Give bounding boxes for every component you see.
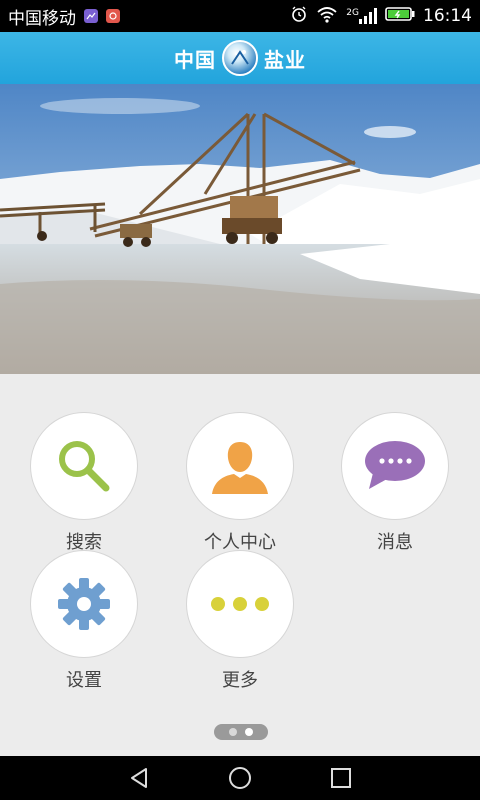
page-dot-1[interactable] [229,728,237,736]
person-icon [212,442,268,494]
battery-charging-icon [385,6,415,26]
search-icon [59,441,110,492]
network-type: 2G [346,8,359,18]
salt-logo-icon [222,40,258,76]
system-navbar [0,756,480,800]
more-icon [211,597,269,611]
home-button[interactable] [220,758,260,798]
profile-button[interactable] [186,412,294,520]
alarm-icon [290,5,308,27]
page-indicator[interactable] [214,724,268,740]
salt-field-photo [0,84,480,374]
brand-text-right: 盐业 [264,47,306,72]
settings-label: 设置 [66,670,102,691]
settings-tile[interactable]: 设置 [14,550,154,692]
page-dot-2[interactable] [245,728,253,736]
status-icons: 2G 16:14 [290,5,472,27]
clock: 16:14 [423,6,472,26]
app-notification-icon [106,9,120,23]
more-tile[interactable]: 更多 [170,550,310,692]
gear-icon [58,578,110,630]
search-button[interactable] [30,412,138,520]
signal-icon: 2G [346,8,377,24]
carrier-name: 中国移动 [8,8,76,29]
profile-tile[interactable]: 个人中心 [170,412,310,554]
status-bar: 中国移动 2G 16:14 [0,0,480,32]
settings-button[interactable] [30,550,138,658]
more-button[interactable] [186,550,294,658]
recents-button[interactable] [321,758,361,798]
wifi-icon [316,5,338,27]
back-icon [130,768,147,788]
home-icon [228,767,251,789]
app-header: 中国 盐业 [0,32,480,84]
brand-logo: 中国 盐业 [174,40,306,76]
brand-text-left: 中国 [174,47,216,72]
banner-image[interactable] [0,84,480,374]
more-label: 更多 [222,670,258,691]
back-button[interactable] [119,758,159,798]
message-label: 消息 [377,532,413,553]
image-notification-icon [84,9,98,23]
message-tile[interactable]: 消息 [325,412,465,554]
function-grid: 搜索 个人中心 消息 设置 更多 [0,374,480,756]
recents-icon [331,768,352,788]
search-tile[interactable]: 搜索 [14,412,154,554]
message-button[interactable] [341,412,449,520]
message-icon [365,441,425,489]
